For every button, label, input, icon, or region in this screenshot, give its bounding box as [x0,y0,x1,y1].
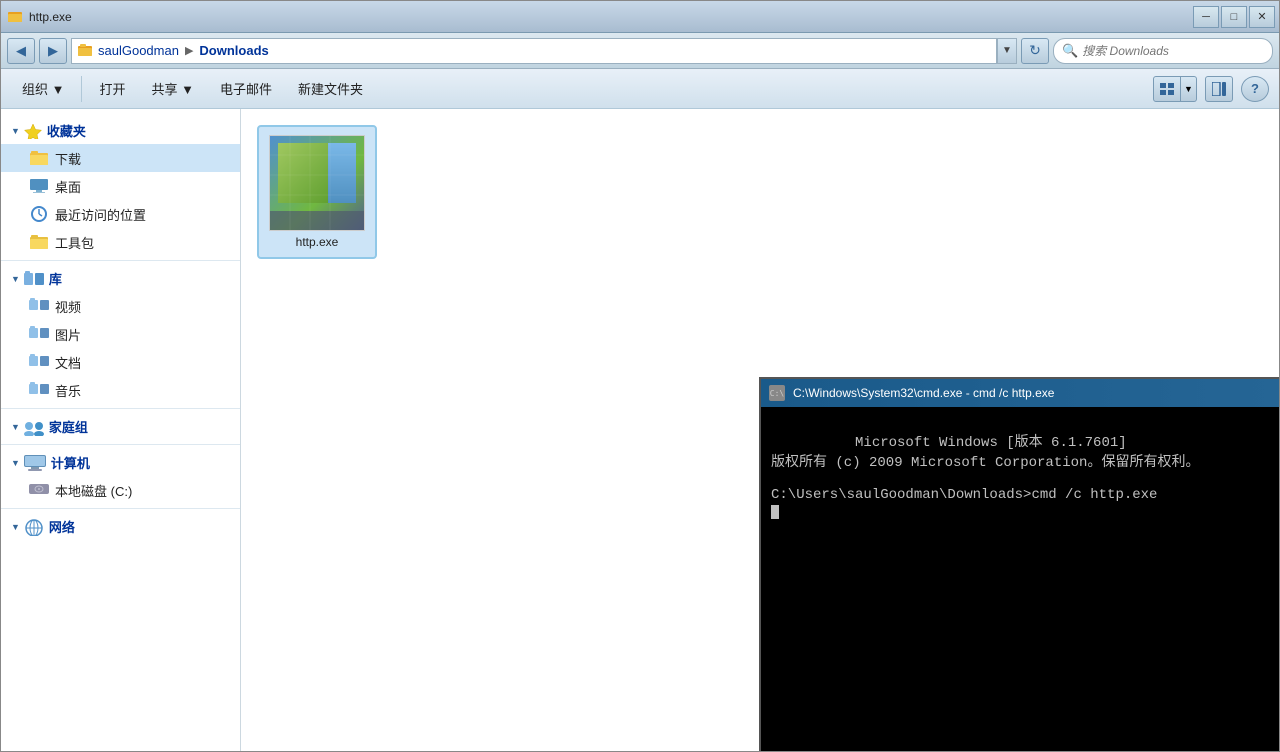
forward-button[interactable]: ▶ [39,38,67,64]
window-controls: ─ □ ✕ [1193,6,1275,28]
sidebar-item-label: 最近访问的位置 [55,205,146,224]
computer-arrow: ▼ [11,458,20,468]
maximize-button[interactable]: □ [1221,6,1247,28]
libraries-section: ▼ 库 视频 [1,265,240,404]
window-title: http.exe [29,10,72,24]
libraries-header[interactable]: ▼ 库 [1,265,240,292]
network-header-label: 网络 [49,517,75,536]
toolbar: 组织 ▼ 打开 共享 ▼ 电子邮件 新建文件夹 ▼ ? [1,69,1279,109]
search-input[interactable] [1082,44,1264,58]
homegroup-header-label: 家庭组 [49,417,88,436]
local-disk-icon [29,480,49,500]
path-leaf: Downloads [199,43,268,58]
close-button[interactable]: ✕ [1249,6,1275,28]
content-area: http.exe C:\ C:\Windows\System32\cmd.exe… [241,109,1279,751]
refresh-button[interactable]: ↻ [1021,38,1049,64]
favorites-header[interactable]: ▼ 收藏夹 [1,117,240,144]
libraries-header-label: 库 [49,269,62,288]
toolbar-separator [81,76,82,102]
sidebar-item-downloads[interactable]: 下载 [1,144,240,172]
address-bar: ◀ ▶ saulGoodman ▶ Downloads ▼ ↻ 🔍 [1,33,1279,69]
view-mode-button[interactable] [1153,76,1181,102]
sidebar-item-label: 图片 [55,325,81,344]
sidebar-item-label: 下载 [55,149,81,168]
libraries-arrow: ▼ [11,274,20,284]
homegroup-arrow: ▼ [11,422,20,432]
sidebar-divider-1 [1,260,240,261]
address-input[interactable]: saulGoodman ▶ Downloads [71,38,997,64]
search-box: 🔍 [1053,38,1273,64]
sidebar-divider-4 [1,508,240,509]
back-button[interactable]: ◀ [7,38,35,64]
sidebar-item-label: 本地磁盘 (C:) [55,481,132,500]
music-icon [29,380,49,400]
cmd-content: Microsoft Windows [版本 6.1.7601] 版权所有 (c)… [761,407,1279,751]
cmd-window[interactable]: C:\ C:\Windows\System32\cmd.exe - cmd /c… [759,377,1279,751]
address-path: saulGoodman ▶ Downloads [98,43,269,58]
favorites-arrow: ▼ [11,126,20,136]
sidebar-item-documents[interactable]: 文档 [1,348,240,376]
minimize-button[interactable]: ─ [1193,6,1219,28]
sidebar-item-label: 工具包 [55,233,94,252]
share-button[interactable]: 共享 ▼ [141,74,205,104]
desktop-icon [29,176,49,196]
explorer-window: http.exe ─ □ ✕ ◀ ▶ saulGoodman ▶ Downloa… [0,0,1280,752]
email-button[interactable]: 电子邮件 [209,74,283,104]
help-button[interactable]: ? [1241,76,1269,102]
cmd-icon: C:\ [769,385,785,401]
sidebar-item-label: 视频 [55,297,81,316]
computer-header[interactable]: ▼ 计算机 [1,449,240,476]
sidebar-item-label: 音乐 [55,381,81,400]
tools-icon [29,232,49,252]
video-icon [29,296,49,316]
sidebar-item-recent[interactable]: 最近访问的位置 [1,200,240,228]
new-folder-button[interactable]: 新建文件夹 [287,74,374,104]
file-thumbnail [269,135,365,231]
cmd-cursor [771,505,779,519]
downloads-icon [29,148,49,168]
window-icon [5,7,25,27]
sidebar-item-tools[interactable]: 工具包 [1,228,240,256]
recent-icon [29,204,49,224]
computer-header-label: 计算机 [51,453,90,472]
sidebar-divider-2 [1,408,240,409]
search-icon: 🔍 [1062,43,1078,59]
sidebar-item-label: 文档 [55,353,81,372]
path-root: saulGoodman [98,43,179,58]
network-header[interactable]: ▼ 网络 [1,513,240,540]
cmd-title-bar: C:\ C:\Windows\System32\cmd.exe - cmd /c… [761,379,1279,407]
cmd-line2: 版权所有 (c) 2009 Microsoft Corporation。保留所有… [771,455,1199,471]
computer-section: ▼ 计算机 本地磁盘 (C:) [1,449,240,504]
organize-button[interactable]: 组织 ▼ [11,74,75,104]
preview-pane-button[interactable] [1205,76,1233,102]
address-dropdown-button[interactable]: ▼ [997,38,1017,64]
documents-icon [29,352,49,372]
favorites-header-label: 收藏夹 [47,121,86,140]
open-button[interactable]: 打开 [88,74,136,104]
cmd-title-text: C:\Windows\System32\cmd.exe - cmd /c htt… [793,386,1279,400]
pictures-icon [29,324,49,344]
path-separator: ▶ [185,44,193,57]
homegroup-header[interactable]: ▼ 家庭组 [1,413,240,440]
network-section: ▼ 网络 [1,513,240,540]
exe-thumbnail-graphic [270,135,364,231]
sidebar: ▼ 收藏夹 下载 桌面 [1,109,241,751]
sidebar-item-video[interactable]: 视频 [1,292,240,320]
cmd-line4: C:\Users\saulGoodman\Downloads>cmd /c ht… [771,487,1157,503]
sidebar-item-local-disk[interactable]: 本地磁盘 (C:) [1,476,240,504]
file-name: http.exe [296,235,339,249]
homegroup-section: ▼ 家庭组 [1,413,240,440]
network-arrow: ▼ [11,522,20,532]
favorites-section: ▼ 收藏夹 下载 桌面 [1,117,240,256]
sidebar-item-pictures[interactable]: 图片 [1,320,240,348]
sidebar-divider-3 [1,444,240,445]
cmd-line1: Microsoft Windows [版本 6.1.7601] [855,435,1127,451]
view-dropdown-button[interactable]: ▼ [1181,76,1197,102]
file-item-http-exe[interactable]: http.exe [257,125,377,259]
main-area: ▼ 收藏夹 下载 桌面 [1,109,1279,751]
sidebar-item-desktop[interactable]: 桌面 [1,172,240,200]
sidebar-item-label: 桌面 [55,177,81,196]
sidebar-item-music[interactable]: 音乐 [1,376,240,404]
title-bar: http.exe ─ □ ✕ [1,1,1279,33]
